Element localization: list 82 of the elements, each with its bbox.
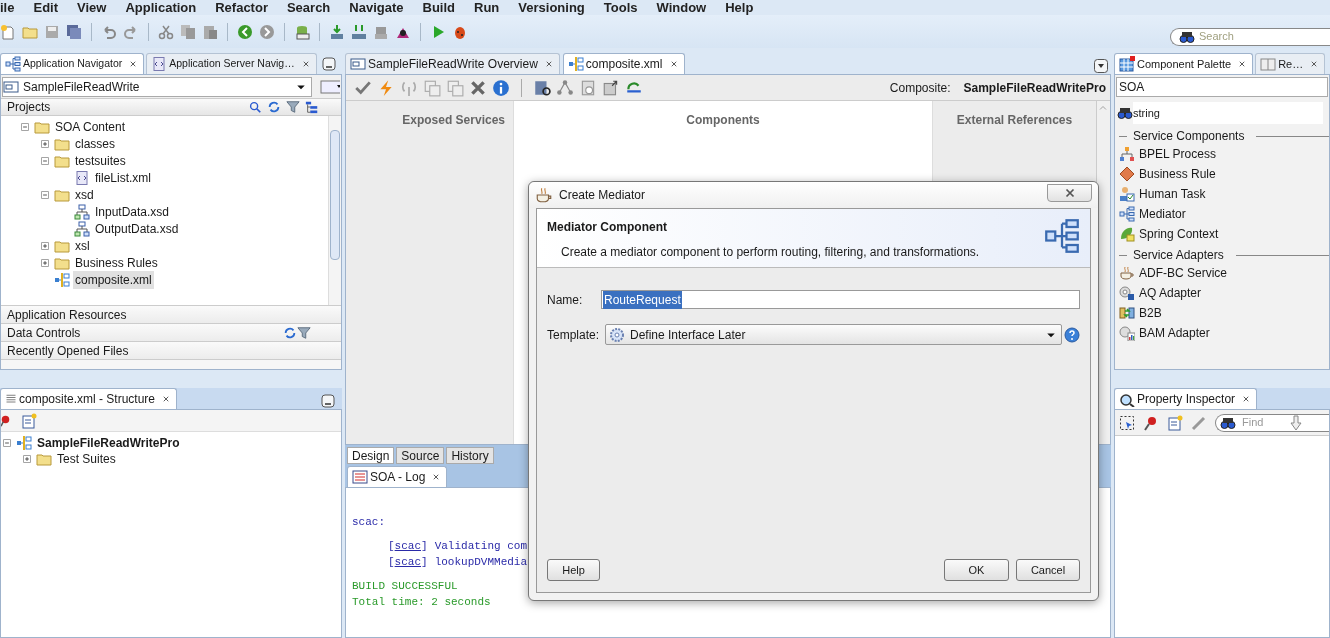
menu-item[interactable]: View xyxy=(77,0,107,15)
log-line: Total time: 2 seconds xyxy=(352,596,491,608)
tab[interactable]: History xyxy=(446,447,494,464)
tree-item[interactable]: xsd xyxy=(73,185,96,204)
palette-search-field[interactable]: string xyxy=(1133,102,1323,124)
composite-name: SampleFileReadWritePro xyxy=(963,79,1106,97)
tree-item[interactable]: InputData.xsd xyxy=(93,202,172,221)
task-link[interactable]: scac xyxy=(394,538,421,554)
search-input[interactable]: Search xyxy=(1199,28,1309,45)
field-label: Name: xyxy=(547,291,584,309)
log-line: BUILD SUCCESSFUL xyxy=(352,580,458,592)
column-header: Exposed Services xyxy=(402,112,505,129)
dropdown-value: SampleFileReadWrite xyxy=(23,78,141,96)
tree-item[interactable]: fileList.xml xyxy=(93,168,153,187)
tab[interactable]: SampleFileReadWrite Overview xyxy=(345,53,560,74)
palette-item[interactable]: Spring Context xyxy=(1139,225,1219,243)
help-button[interactable]: Help xyxy=(547,559,600,581)
tree-item[interactable]: xsl xyxy=(73,236,92,255)
palette-item[interactable]: BAM Adapter xyxy=(1139,324,1210,342)
name-field[interactable]: RouteRequest xyxy=(601,290,1080,309)
search-field[interactable]: Search xyxy=(1170,27,1330,46)
menu-item[interactable]: Search xyxy=(286,0,331,15)
tree-item[interactable]: classes xyxy=(73,134,117,153)
bracket-text: [ xyxy=(388,539,395,554)
tree-item[interactable]: composite.xml xyxy=(73,270,154,289)
log-line: Validating com xyxy=(434,539,528,554)
menu-item[interactable]: Application xyxy=(125,0,197,15)
menu-item[interactable]: Build xyxy=(422,0,456,15)
cancel-button[interactable]: Cancel xyxy=(1016,559,1080,581)
tab[interactable]: SOA - Log xyxy=(347,466,448,487)
tab[interactable]: composite.xml xyxy=(562,53,685,74)
tree-item[interactable]: SOA Content xyxy=(53,117,128,136)
bracket-text: ] xyxy=(421,539,428,554)
palette-item[interactable]: Human Task xyxy=(1139,185,1206,203)
find-field[interactable]: Find xyxy=(1215,413,1329,432)
menu-item[interactable]: Run xyxy=(474,0,500,15)
dialog-title: Create Mediator xyxy=(559,187,647,204)
log-line: lookupDVMMedia xyxy=(434,555,528,570)
group-header: Service Adapters xyxy=(1133,247,1224,264)
tab[interactable]: Re… xyxy=(1255,53,1326,74)
tree-item[interactable]: Business Rules xyxy=(73,253,160,272)
dialog-heading: Mediator Component xyxy=(547,219,668,236)
tab[interactable]: Property Inspector xyxy=(1114,388,1258,409)
palette-item[interactable]: AQ Adapter xyxy=(1139,284,1202,302)
tab[interactable]: Application Server Navig… xyxy=(146,53,317,74)
tab[interactable]: Application Navigator xyxy=(0,53,145,74)
menu-item[interactable]: Versioning xyxy=(518,0,585,15)
palette-item[interactable]: ADF-BC Service xyxy=(1139,264,1227,282)
group-header: Service Components xyxy=(1133,128,1245,145)
bracket-text: [ xyxy=(388,555,395,570)
bracket-text: ] xyxy=(421,555,428,570)
dialog-description: Create a mediator component to perform routing, filtering, and transformations. xyxy=(560,244,981,261)
task-link[interactable]: scac xyxy=(394,554,421,570)
palette-item[interactable]: Mediator xyxy=(1139,205,1186,223)
tab[interactable]: Component Palette xyxy=(1114,53,1254,74)
menu-item[interactable]: ile xyxy=(0,0,15,15)
palette-item[interactable]: B2B xyxy=(1139,304,1162,322)
menu-item[interactable]: Help xyxy=(725,0,754,15)
project-dropdown[interactable]: SampleFileReadWrite xyxy=(2,76,312,97)
tab[interactable]: Source xyxy=(396,447,445,464)
log-line: scac: xyxy=(352,516,385,528)
column-header: Components xyxy=(686,112,760,129)
column-header: External References xyxy=(956,112,1073,129)
composite-label: Composite: xyxy=(889,79,951,97)
menu-item[interactable]: Tools xyxy=(603,0,638,15)
ok-button[interactable]: OK xyxy=(944,559,1009,581)
find-input[interactable]: Find xyxy=(1242,414,1282,431)
tab[interactable]: Design xyxy=(347,447,395,464)
category-dropdown[interactable]: SOA xyxy=(1116,77,1328,97)
tab[interactable]: composite.xml - Structure xyxy=(0,388,178,409)
menu-item[interactable]: Window xyxy=(656,0,707,15)
field-label: Template: xyxy=(547,326,601,344)
palette-item[interactable]: BPEL Process xyxy=(1139,145,1216,163)
menu-item[interactable]: Refactor xyxy=(215,0,268,15)
menu-item[interactable]: Navigate xyxy=(349,0,404,15)
palette-item[interactable]: Business Rule xyxy=(1139,165,1216,183)
menu-item[interactable]: Edit xyxy=(33,0,59,15)
template-dropdown[interactable]: Define Interface Later xyxy=(605,324,1062,345)
tree-item[interactable]: Test Suites xyxy=(55,450,118,468)
tree-item[interactable]: testsuites xyxy=(73,151,128,170)
tree-item[interactable]: SampleFileReadWritePro xyxy=(35,434,182,452)
tree-item[interactable]: OutputData.xsd xyxy=(93,219,181,238)
